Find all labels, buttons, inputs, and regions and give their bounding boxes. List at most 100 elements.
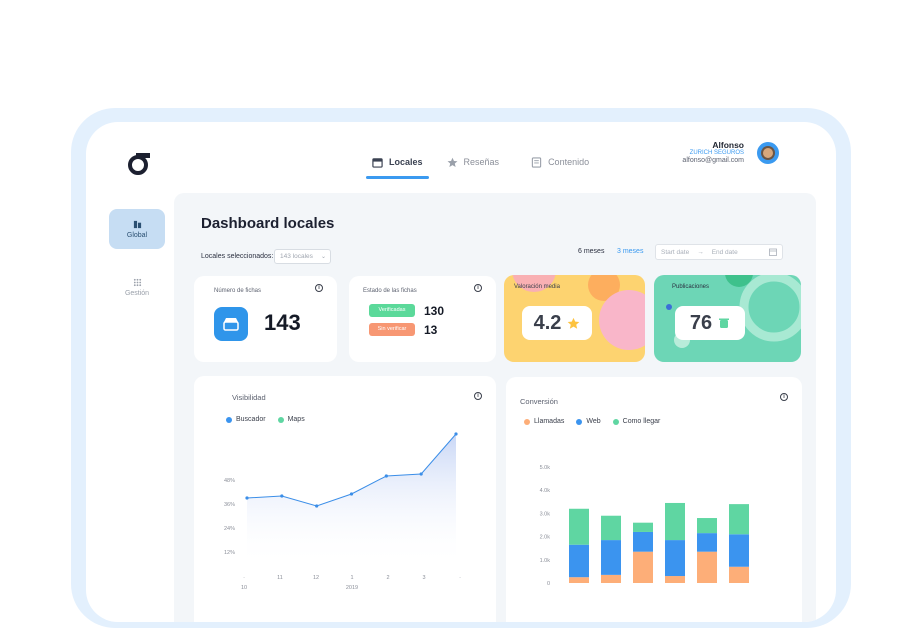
range-3-months[interactable]: 3 meses xyxy=(617,248,643,255)
bar-segment xyxy=(697,518,717,534)
x-tick-label: 2 xyxy=(386,575,389,581)
brand-logo-icon xyxy=(128,153,150,175)
bar-segment xyxy=(729,504,749,535)
store-icon xyxy=(223,318,239,331)
sidebar-item-global[interactable]: Global xyxy=(109,209,165,249)
card-estado-fichas: Estado de las fichas i Verificadas 130 S… xyxy=(349,276,496,362)
tab-contenido[interactable]: Contenido xyxy=(527,148,593,176)
info-icon[interactable]: i xyxy=(315,284,323,292)
bar-segment xyxy=(601,540,621,575)
bar-segment xyxy=(601,574,621,583)
range-6-months[interactable]: 6 meses xyxy=(578,248,604,255)
bar-segment xyxy=(697,551,717,583)
user-name: Alfonso xyxy=(712,140,744,150)
conversion-chart: 0 1.0k 2.0k 3.0k 4.0k 5.0k xyxy=(540,465,749,587)
card-label: Valoración media xyxy=(514,284,560,290)
avatar[interactable] xyxy=(757,142,779,164)
y-tick-label: 4.0k xyxy=(540,488,551,494)
end-date-input[interactable]: End date xyxy=(712,249,738,256)
bar-segment xyxy=(729,566,749,583)
bar-segment xyxy=(633,531,653,552)
document-icon xyxy=(531,156,542,168)
bar-segment xyxy=(633,551,653,583)
x-tick-label: · xyxy=(243,575,245,581)
chevron-down-icon: ⌄ xyxy=(320,254,326,260)
unverified-count: 13 xyxy=(424,323,438,337)
info-icon[interactable]: i xyxy=(474,284,482,292)
star-icon xyxy=(447,157,457,167)
data-point xyxy=(280,494,284,498)
tab-label: Reseñas xyxy=(463,157,500,167)
user-info[interactable]: Alfonso ZURICH SEGUROS alfonso@gmail.com xyxy=(682,140,744,166)
y-tick-label: 3.0k xyxy=(540,511,551,517)
tab-locales[interactable]: Locales xyxy=(366,148,429,179)
bar-segment xyxy=(569,508,589,545)
bar-segment xyxy=(665,502,685,541)
y-tick-label: 0 xyxy=(547,581,550,587)
x-tick-label: 3 xyxy=(422,575,425,581)
card-label: Publicaciones xyxy=(672,284,710,290)
main-panel: Dashboard locales Locales seleccionados:… xyxy=(174,193,816,622)
card-numero-fichas: Número de fichas i 143 xyxy=(194,276,337,362)
sidebar-item-label: Gestión xyxy=(124,289,150,297)
y-tick-label: 36% xyxy=(224,502,235,508)
selector-label: Locales seleccionados: xyxy=(201,253,274,260)
arrow-icon: → xyxy=(697,248,704,256)
y-tick-label: 2.0k xyxy=(540,535,551,541)
y-tick-label: 1.0k xyxy=(540,558,551,564)
bar-segment xyxy=(697,533,717,552)
rating-box: 4.2 xyxy=(522,306,592,340)
y-tick-label: 48% xyxy=(224,478,235,484)
rating-value: 4.2 xyxy=(533,311,562,334)
user-email: alfonso@gmail.com xyxy=(682,157,744,165)
tab-resenas[interactable]: Reseñas xyxy=(443,148,504,176)
calendar-icon xyxy=(769,248,777,256)
page-title: Dashboard locales xyxy=(201,215,335,232)
x-tick-label: 12 xyxy=(313,575,319,581)
card-label: Número de fichas xyxy=(214,288,262,294)
verified-count: 130 xyxy=(424,304,445,318)
x-sub-label: 10 xyxy=(241,585,247,591)
store-badge xyxy=(214,307,248,341)
visibilidad-chart: 12%24%36%48%· 11 12 1 2 3·10 2019 xyxy=(224,432,461,591)
x-tick-label: 1 xyxy=(350,575,353,581)
user-company: ZURICH SEGUROS xyxy=(689,150,744,157)
x-tick-label: · xyxy=(459,575,461,581)
bar-segment xyxy=(665,540,685,577)
card-conversion: Conversión i Llamadas Web Como llegar 01… xyxy=(506,377,802,622)
bar-segment xyxy=(601,515,621,541)
card-label: Estado de las fichas xyxy=(363,288,417,294)
app-screen: Locales Reseñas Contenido Alfonso ZURICH… xyxy=(86,122,836,622)
unverified-pill: Sin verificar xyxy=(369,323,415,336)
sidebar-item-label: Global xyxy=(126,231,148,239)
y-tick-label: 5.0k xyxy=(540,465,551,471)
tab-label: Contenido xyxy=(548,157,590,167)
publicaciones-box: 76 xyxy=(675,306,745,340)
data-point xyxy=(245,496,249,500)
sidebar-item-gestion[interactable]: Gestión xyxy=(109,267,165,307)
start-date-input[interactable]: Start date xyxy=(661,249,689,256)
bar-segment xyxy=(569,577,589,583)
card-valoracion-media: Valoración media 4.2 xyxy=(504,275,645,362)
tab-label: Locales xyxy=(389,157,423,167)
grid-icon xyxy=(133,278,141,286)
bar-segment xyxy=(569,544,589,578)
store-icon xyxy=(372,157,383,168)
date-range-picker[interactable]: Start date → End date xyxy=(655,244,783,260)
area-fill xyxy=(247,434,456,566)
y-tick-label: 12% xyxy=(224,550,235,556)
data-point xyxy=(384,474,388,478)
trash-icon xyxy=(719,318,730,328)
star-icon xyxy=(568,317,580,329)
card-publicaciones: Publicaciones 76 xyxy=(654,275,801,362)
locales-select[interactable]: 143 locales ⌄ xyxy=(274,249,331,264)
verified-pill: Verificadas xyxy=(369,304,415,317)
bar-segment xyxy=(665,576,685,583)
bar-segment xyxy=(633,522,653,532)
data-point xyxy=(315,504,319,508)
sidebar: Global Gestión xyxy=(109,209,165,325)
data-point xyxy=(454,432,458,436)
fichas-count: 143 xyxy=(264,310,301,335)
data-point xyxy=(349,492,354,496)
bar-segment xyxy=(729,534,749,567)
